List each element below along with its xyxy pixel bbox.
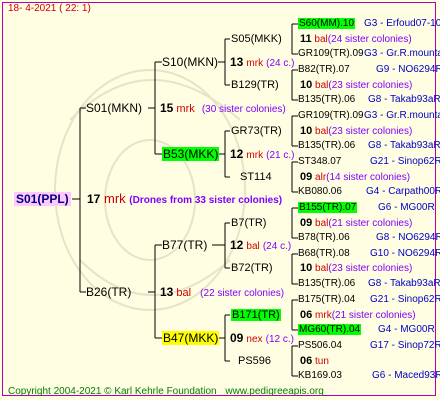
- g2-info-3: 12 bal (24 c.): [230, 238, 292, 252]
- g1-info-2: 13 bal (22 sister colonies): [160, 285, 285, 299]
- g4-queen-16: KB169.03: [298, 370, 342, 381]
- root-queen: S01(PPL): [14, 192, 71, 206]
- g2-info-4: 09 nex (12 c.): [230, 331, 294, 345]
- g4-loc-7: G21 - Sinop62R: [370, 156, 440, 167]
- g3-info-6: 10 bal(23 sister colonies): [300, 262, 413, 274]
- g4-loc-10: G8 - NO6294R: [376, 232, 440, 243]
- footer-site-link[interactable]: www.pedigreeapis.org: [225, 386, 323, 397]
- g4-loc-6: G8 - Takab93aR: [368, 140, 440, 151]
- g3-queen-7: B171(TR): [231, 309, 281, 321]
- g4-queen-7: ST348.07: [298, 156, 342, 167]
- g4-loc-2: G3 - Gr.R.mounta: [364, 48, 440, 59]
- g1-queen-1: S01(MKN): [86, 101, 143, 115]
- g4-loc-5: G3 - Gr.R.mounta: [364, 110, 440, 121]
- g4-queen-13: B175(TR).04: [298, 294, 356, 305]
- g4-loc-16: G6 - Maced93R: [372, 370, 440, 381]
- g4-queen-1: S60(MM).10: [298, 18, 356, 29]
- pedigree-panel: 18- 4-2021 ( 22: 1) S01(PPL) 17 mrk (Dro…: [0, 0, 440, 400]
- g2-info-2: 12 mrk (21 c.): [230, 147, 295, 161]
- report-date: 18- 4-2021 ( 22: 1): [8, 3, 91, 14]
- g3-info-1: 11 bal(24 sister colonies): [300, 33, 412, 45]
- g4-queen-3: B82(TR).07: [298, 64, 350, 75]
- g4-loc-15: G17 - Sinop72R: [370, 340, 440, 351]
- g2-info-1: 13 mrk (24 c.): [230, 55, 295, 69]
- g4-queen-15: PS506.04: [298, 340, 342, 351]
- g3-queen-6: B72(TR): [231, 262, 273, 274]
- g3-info-4: 09 alr(14 sister colonies): [300, 171, 411, 183]
- g4-loc-4: G8 - Takab93aR: [368, 94, 440, 105]
- g4-queen-8: KB080.06: [298, 186, 342, 197]
- root-info: 17 mrk (Drones from 33 sister colonies): [87, 191, 283, 207]
- g1-info-1: 15 mrk (30 sister colonies): [160, 101, 286, 115]
- g4-loc-1: G3 - Erfoud07-10: [364, 18, 440, 29]
- g3-queen-5: B7(TR): [231, 217, 267, 229]
- g4-queen-2: GR109(TR).09: [298, 48, 364, 59]
- g4-loc-3: G9 - NO6294R: [376, 64, 440, 75]
- g3-info-7: 06 mrk(21 sister colonies): [300, 309, 416, 321]
- g3-info-2: 10 bal(23 sister colonies): [300, 79, 413, 91]
- g2-queen-1: S10(MKN): [162, 55, 219, 69]
- g3-queen-2: B129(TR): [231, 79, 279, 91]
- g3-queen-4: ST114: [240, 171, 272, 183]
- g4-loc-13: G21 - Sinop62R: [370, 294, 440, 305]
- g1-queen-2: B26(TR): [86, 285, 132, 299]
- g4-queen-5: GR109(TR).09: [298, 110, 364, 121]
- g4-loc-12: G8 - Takab93aR: [368, 278, 440, 289]
- g3-info-5: 09 bal(21 sister colonies): [300, 217, 413, 229]
- g4-queen-11: B68(TR).08: [298, 248, 350, 259]
- g2-queen-4: B47(MKK): [162, 331, 220, 345]
- g4-queen-10: B78(TR).06: [298, 232, 350, 243]
- g3-info-8: 06 tun: [300, 355, 329, 367]
- g4-queen-14: MG60(TR).04: [298, 324, 362, 335]
- root-queen-name: S01(PPL): [14, 192, 71, 206]
- g4-loc-14: G4 - MG00R: [378, 324, 435, 335]
- g2-queen-3: B77(TR): [162, 238, 208, 252]
- g3-info-3: 10 bal(23 sister colonies): [300, 125, 413, 137]
- g4-queen-9: B155(TR).07: [298, 202, 358, 213]
- footer-copyright: Copyright 2004-2021 © Karl Kehrle Founda…: [8, 386, 324, 397]
- g3-queen-8: PS596: [238, 355, 272, 367]
- g2-queen-2: B53(MKK): [162, 147, 220, 161]
- g3-queen-3: GR73(TR): [231, 125, 282, 137]
- g4-loc-11: G10 - NO6294R: [370, 248, 440, 259]
- g3-queen-1: S05(MKK): [231, 33, 282, 45]
- g4-queen-12: B135(TR).06: [298, 278, 356, 289]
- g4-loc-8: G4 - Carpath00R: [366, 186, 440, 197]
- g4-queen-6: B135(TR).06: [298, 140, 356, 151]
- g4-queen-4: B135(TR).06: [298, 94, 356, 105]
- g4-loc-9: G6 - MG00R: [378, 202, 435, 213]
